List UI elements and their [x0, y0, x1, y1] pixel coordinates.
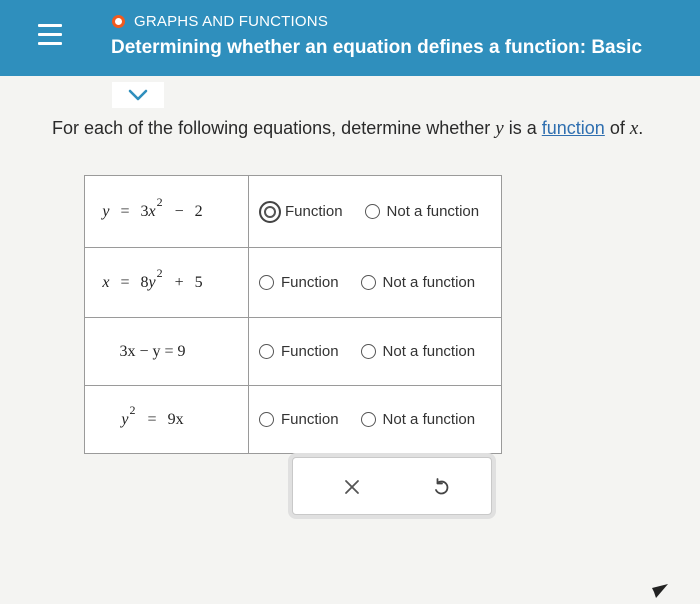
function-option[interactable]: Function: [259, 411, 339, 428]
eq-sign: =: [147, 410, 157, 428]
chevron-down-icon: [128, 89, 148, 101]
radio-group: Function Not a function: [259, 411, 501, 428]
eq-operator: +: [174, 273, 184, 291]
option-label: Function: [281, 343, 339, 360]
radio-button[interactable]: [360, 275, 376, 290]
eq-coefficient: 8: [140, 273, 149, 291]
expand-button[interactable]: [112, 82, 164, 108]
eq-variable: y: [148, 273, 156, 291]
eq-exponent: 2: [156, 265, 163, 280]
radio-button[interactable]: [259, 344, 274, 359]
eq-exponent: 2: [156, 194, 163, 209]
action-panel: [292, 457, 492, 515]
eq-variable: x: [148, 202, 156, 220]
eq-rhs: 9x: [167, 410, 184, 428]
option-label: Not a function: [382, 274, 476, 291]
table-row: x = 8y2 + 5 Function Not a function: [84, 247, 502, 318]
eq-lhs: y: [102, 202, 110, 220]
eq-operator: −: [174, 202, 184, 220]
function-option[interactable]: Function: [259, 200, 343, 223]
topic-label: GRAPHS AND FUNCTIONS: [134, 13, 329, 30]
equation-3: 3x − y = 9: [84, 317, 249, 386]
not-function-option[interactable]: Not a function: [360, 411, 476, 428]
radio-group: Function Not a function: [259, 200, 501, 223]
variable-y: y: [495, 118, 504, 139]
table-row: 3x − y = 9 Function Not a function: [84, 317, 502, 386]
prompt-text: is a: [508, 118, 537, 138]
not-function-option[interactable]: Not a function: [364, 203, 480, 220]
x-icon: [345, 480, 359, 494]
function-definition-link[interactable]: function: [542, 118, 605, 138]
header-bar: GRAPHS AND FUNCTIONS Determining whether…: [0, 0, 700, 76]
equations-table: y = 3x2 − 2 Function Not a function x = …: [84, 175, 502, 454]
equation-2: x = 8y2 + 5: [84, 247, 249, 318]
radio-button[interactable]: [360, 412, 376, 427]
radio-button[interactable]: [360, 344, 376, 359]
option-label: Function: [285, 203, 343, 220]
mouse-cursor-icon: [652, 584, 668, 598]
options-cell: Function Not a function: [248, 247, 502, 318]
undo-button[interactable]: [429, 475, 453, 499]
table-row: y2 = 9x Function Not a function: [84, 385, 502, 454]
eq-text: 3x − y = 9: [119, 342, 186, 360]
option-label: Function: [281, 274, 339, 291]
option-label: Not a function: [382, 343, 476, 360]
eq-lhs: x: [102, 273, 110, 291]
topic-row: GRAPHS AND FUNCTIONS: [112, 13, 328, 30]
prompt-text: of: [609, 118, 625, 138]
options-cell: Function Not a function: [248, 175, 502, 248]
radio-button[interactable]: [259, 412, 274, 427]
option-label: Not a function: [386, 203, 480, 220]
question-prompt: For each of the following equations, det…: [52, 118, 643, 140]
radio-group: Function Not a function: [259, 274, 501, 291]
option-label: Function: [281, 411, 339, 428]
table-row: y = 3x2 − 2 Function Not a function: [84, 175, 502, 248]
eq-variable: y: [121, 410, 129, 428]
not-function-option[interactable]: Not a function: [360, 343, 476, 360]
equation-1: y = 3x2 − 2: [84, 175, 249, 248]
radio-button[interactable]: [259, 275, 274, 290]
eq-exponent: 2: [129, 402, 136, 417]
prompt-period: .: [638, 118, 644, 138]
hamburger-menu-icon[interactable]: [38, 22, 62, 48]
function-option[interactable]: Function: [259, 274, 339, 291]
radio-group: Function Not a function: [259, 343, 501, 360]
content-area: For each of the following equations, det…: [0, 76, 700, 604]
clear-button[interactable]: [341, 476, 363, 498]
prompt-text: For each of the following equations, det…: [52, 118, 491, 138]
eq-constant: 2: [194, 202, 203, 220]
options-cell: Function Not a function: [248, 317, 502, 386]
eq-coefficient: 3: [140, 202, 149, 220]
eq-sign: =: [120, 273, 130, 291]
eq-constant: 5: [194, 273, 203, 291]
equation-4: y2 = 9x: [84, 385, 249, 454]
page-title: Determining whether an equation defines …: [111, 37, 643, 58]
eq-sign: =: [120, 202, 130, 220]
status-circle-icon: [112, 15, 125, 28]
undo-icon: [435, 478, 449, 495]
option-label: Not a function: [382, 411, 476, 428]
function-option[interactable]: Function: [259, 343, 339, 360]
radio-selected[interactable]: [259, 200, 281, 223]
options-cell: Function Not a function: [248, 385, 502, 454]
radio-button[interactable]: [364, 204, 380, 219]
not-function-option[interactable]: Not a function: [360, 274, 476, 291]
